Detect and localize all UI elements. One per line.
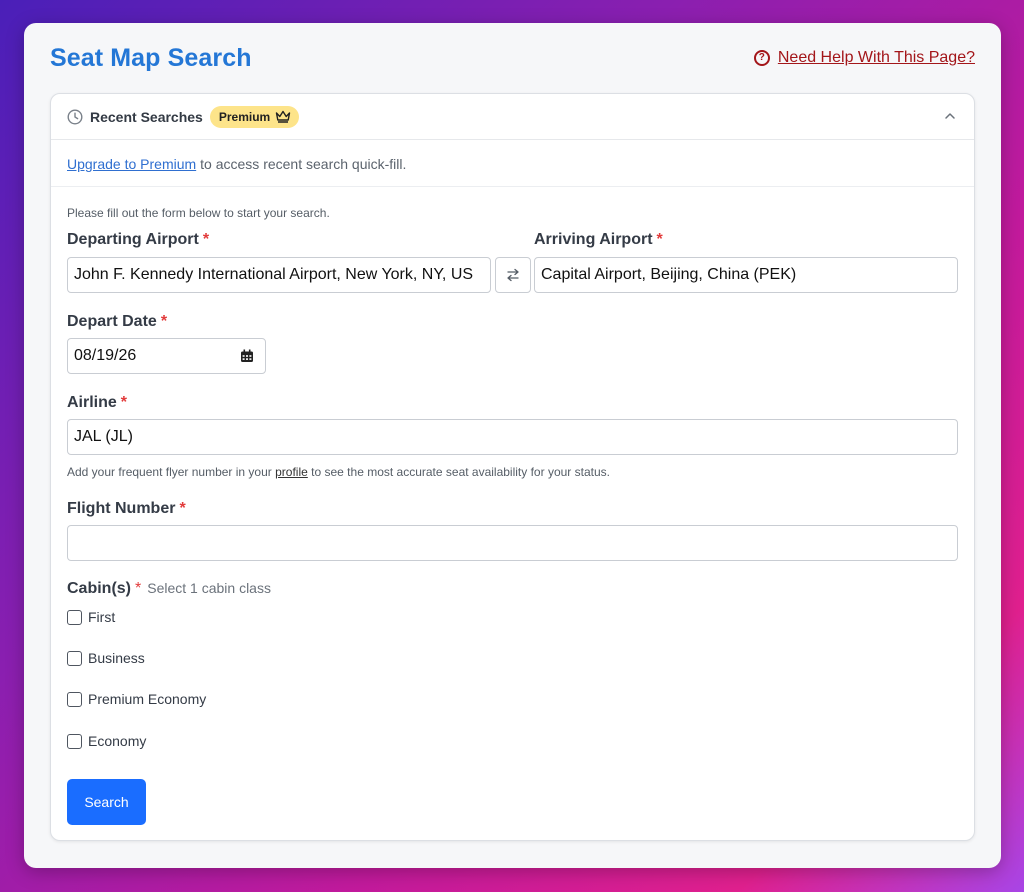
depart-date-label-text: Depart Date [67,313,157,330]
required-marker: * [179,500,186,517]
cabin-option-label: First [88,609,116,625]
clock-icon [67,108,83,125]
cabins-sublabel: Select 1 cabin class [147,580,271,596]
chevron-up-icon[interactable] [944,110,956,122]
cabins-label: Cabin(s) [67,580,131,597]
recent-searches-title: Recent Searches [90,108,203,125]
arriving-airport-label: Arriving Airport * [534,231,663,249]
recent-searches-header[interactable]: Recent Searches Premium [51,94,974,140]
flight-number-input[interactable] [67,525,958,561]
required-marker: * [202,231,210,248]
upgrade-notice-text: to access recent search quick-fill. [200,155,407,172]
upgrade-premium-link[interactable]: Upgrade to Premium [67,156,196,172]
required-marker: * [135,580,142,597]
premium-badge: Premium [209,105,300,128]
depart-date-input[interactable]: 08/19/26 [67,338,266,374]
swap-airports-button[interactable] [495,257,531,293]
required-marker: * [120,394,128,411]
airline-input[interactable]: JAL (JL) [67,419,958,455]
arriving-airport-label-text: Arriving Airport [534,231,653,248]
search-form-panel: Recent Searches Premium Upgrade to Premi… [50,93,975,841]
help-link-label: Need Help With This Page? [777,49,975,66]
airline-label: Airline * [67,394,127,412]
frequent-flyer-hint: Add your frequent flyer number in your p… [67,465,610,479]
cabin-option-label: Premium Economy [88,691,207,707]
cabin-checkbox[interactable] [67,650,82,666]
cabin-option-premium-economy[interactable]: Premium Economy [67,691,206,707]
flight-number-label: Flight Number * [67,500,186,518]
required-marker: * [160,313,168,330]
page-title: Seat Map Search [50,44,252,72]
help-circle-icon: ? [753,50,770,66]
cabin-checkbox[interactable] [67,691,82,707]
search-button[interactable]: Search [67,779,146,825]
profile-link[interactable]: profile [275,465,308,479]
cabins-label-row: Cabin(s) * Select 1 cabin class [67,580,271,598]
departing-airport-label: Departing Airport * [67,231,209,249]
cabin-option-label: Economy [88,733,147,749]
arriving-airport-input[interactable]: Capital Airport, Beijing, China (PEK) [534,257,958,293]
calendar-icon[interactable] [240,349,254,363]
hint-text-after: to see the most accurate seat availabili… [311,465,610,479]
depart-date-label: Depart Date * [67,313,167,331]
airline-label-text: Airline [67,394,117,411]
seat-map-search-card: Seat Map Search ? Need Help With This Pa… [24,23,1001,868]
form-intro: Please fill out the form below to start … [67,206,330,220]
help-link[interactable]: ? Need Help With This Page? [753,49,975,67]
flight-number-label-text: Flight Number [67,500,176,517]
departing-airport-label-text: Departing Airport [67,231,199,248]
premium-badge-label: Premium [218,109,271,124]
upgrade-notice: Upgrade to Premium to access recent sear… [51,141,974,187]
cabin-checkbox[interactable] [67,609,82,625]
crown-icon [276,110,291,123]
depart-date-value: 08/19/26 [74,347,137,364]
cabin-option-first[interactable]: First [67,609,115,625]
hint-text-before: Add your frequent flyer number in your [67,465,272,479]
required-marker: * [656,231,663,248]
cabin-option-label: Business [88,650,145,666]
swap-icon [507,268,519,282]
cabin-option-economy[interactable]: Economy [67,733,146,749]
departing-airport-input[interactable]: John F. Kennedy International Airport, N… [67,257,491,293]
cabin-option-business[interactable]: Business [67,650,145,666]
cabin-checkbox[interactable] [67,733,82,749]
